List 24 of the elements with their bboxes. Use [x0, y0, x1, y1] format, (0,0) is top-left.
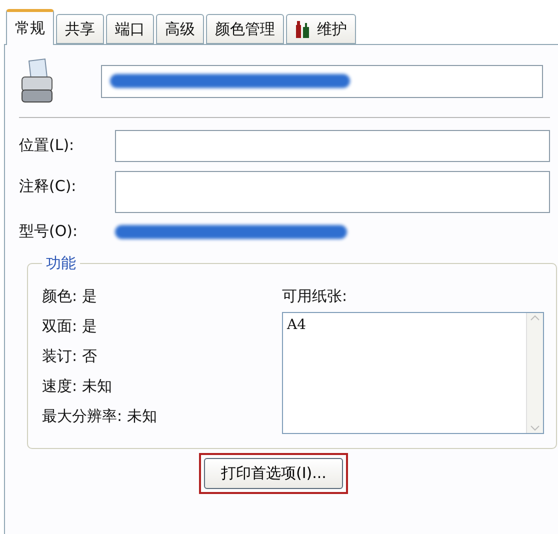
tab[interactable]: 端口 [106, 14, 154, 44]
feature-text: 速度: 未知 [42, 377, 113, 396]
tab[interactable]: 常规 [6, 9, 54, 45]
tab[interactable]: 维护 [286, 14, 356, 44]
printer-name-field[interactable] [101, 64, 543, 98]
paper-label: 可用纸张: [282, 286, 348, 306]
input-field[interactable] [115, 130, 550, 162]
list-item[interactable]: A4 [287, 317, 522, 333]
tab[interactable]: 颜色管理 [206, 14, 284, 44]
printer-icon [19, 57, 55, 105]
field-label: 型号(O): [19, 222, 79, 241]
scrollbar[interactable] [526, 313, 543, 433]
tab[interactable]: 高级 [156, 14, 204, 44]
printing-preferences-button[interactable]: 打印首选项(I)... [204, 458, 344, 489]
field-label: 注释(C): [19, 176, 78, 197]
input-field[interactable] [115, 171, 550, 213]
feature-text: 最大分辨率: 未知 [42, 407, 158, 426]
group-title: 功能 [45, 254, 77, 273]
paper-list[interactable]: A4 [282, 312, 544, 434]
feature-text: 双面: 是 [42, 317, 98, 336]
field-label: 位置(L): [19, 135, 76, 156]
tab[interactable]: 共享 [56, 14, 104, 44]
feature-text: 装订: 否 [42, 347, 98, 366]
feature-text: 颜色: 是 [42, 287, 98, 306]
